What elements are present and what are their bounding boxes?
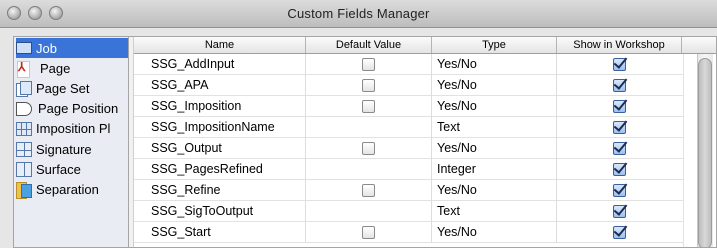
field-name-cell[interactable]: SSG_APA xyxy=(134,75,306,96)
default-value-cell[interactable] xyxy=(306,75,432,96)
sidebar-item-label: Page Position xyxy=(38,101,119,117)
show-in-workshop-cell[interactable] xyxy=(557,54,682,75)
field-type-cell[interactable]: Yes/No xyxy=(432,54,557,75)
default-value-cell[interactable] xyxy=(306,117,432,138)
show-in-workshop-cell[interactable] xyxy=(557,96,682,117)
table-row[interactable]: SSG_Output Yes/No xyxy=(134,138,683,159)
default-value-checkbox[interactable] xyxy=(362,58,375,71)
scroll-thumb[interactable] xyxy=(698,58,712,247)
column-header-show-in-workshop[interactable]: Show in Workshop xyxy=(557,37,682,53)
field-name-cell[interactable]: SSG_Output xyxy=(134,138,306,159)
show-in-workshop-checkbox[interactable] xyxy=(613,205,626,218)
show-in-workshop-checkbox[interactable] xyxy=(613,163,626,176)
imposition-plan-icon xyxy=(16,121,32,136)
sidebar-item-page[interactable]: Page xyxy=(16,58,128,78)
sidebar-item-label: Page xyxy=(40,60,71,76)
field-name-cell[interactable]: SSG_PagesRefined xyxy=(134,159,306,180)
table-header: Name Default Value Type Show in Workshop xyxy=(134,37,716,54)
table-row[interactable]: SSG_Refine Yes/No xyxy=(134,180,683,201)
show-in-workshop-cell[interactable] xyxy=(557,201,682,222)
show-in-workshop-checkbox[interactable] xyxy=(613,100,626,113)
custom-fields-table: Name Default Value Type Show in Workshop… xyxy=(128,36,717,248)
default-value-cell[interactable] xyxy=(306,222,432,243)
page-position-icon xyxy=(16,101,32,116)
default-value-cell[interactable] xyxy=(306,180,432,201)
default-value-cell[interactable] xyxy=(306,201,432,222)
table-row[interactable]: SSG_Imposition Yes/No xyxy=(134,96,683,117)
field-type-cell[interactable]: Text xyxy=(432,117,557,138)
show-in-workshop-cell[interactable] xyxy=(557,222,682,243)
table-row[interactable]: SSG_SigToOutput Text xyxy=(134,201,683,222)
show-in-workshop-cell[interactable] xyxy=(557,159,682,180)
vertical-scrollbar[interactable] xyxy=(683,54,716,247)
column-header-name[interactable]: Name xyxy=(134,37,306,53)
default-value-checkbox[interactable] xyxy=(362,79,375,92)
pdf-page-icon xyxy=(16,60,32,78)
default-value-cell[interactable] xyxy=(306,54,432,75)
field-type-cell[interactable]: Yes/No xyxy=(432,75,557,96)
show-in-workshop-checkbox[interactable] xyxy=(613,226,626,239)
show-in-workshop-checkbox[interactable] xyxy=(613,58,626,71)
field-type-cell[interactable]: Yes/No xyxy=(432,96,557,117)
column-header-type[interactable]: Type xyxy=(432,37,557,53)
sidebar-item-separation[interactable]: Separation xyxy=(16,179,128,199)
title-bar: Custom Fields Manager xyxy=(0,0,717,28)
table-row[interactable]: SSG_AddInput Yes/No xyxy=(134,54,683,75)
sidebar-item-job[interactable]: Job xyxy=(16,38,128,58)
separation-icon xyxy=(16,181,32,199)
default-value-checkbox[interactable] xyxy=(362,226,375,239)
show-in-workshop-checkbox[interactable] xyxy=(613,79,626,92)
field-name-cell[interactable]: SSG_AddInput xyxy=(134,54,306,75)
sidebar-item-imposition-pl[interactable]: Imposition Pl xyxy=(16,119,128,139)
show-in-workshop-checkbox[interactable] xyxy=(613,142,626,155)
sidebar-item-page-position[interactable]: Page Position xyxy=(16,99,128,119)
field-type-cell[interactable]: Yes/No xyxy=(432,138,557,159)
field-name-cell[interactable]: SSG_Refine xyxy=(134,180,306,201)
show-in-workshop-cell[interactable] xyxy=(557,117,682,138)
column-header-corner xyxy=(682,37,716,53)
object-type-list[interactable]: Job Page Page Set Page Position Imposition P… xyxy=(13,36,128,248)
page-set-icon xyxy=(16,80,32,97)
sidebar-item-label: Job xyxy=(36,40,57,56)
sidebar-item-label: Imposition Pl xyxy=(36,121,111,137)
default-value-cell[interactable] xyxy=(306,96,432,117)
sidebar-item-page-set[interactable]: Page Set xyxy=(16,78,128,98)
column-header-default-value[interactable]: Default Value xyxy=(306,37,432,53)
window-content: Job Page Page Set Page Position Imposition P… xyxy=(0,29,717,248)
field-type-cell[interactable]: Text xyxy=(432,201,557,222)
sidebar-item-label: Separation xyxy=(36,181,99,197)
table-row[interactable]: SSG_PagesRefined Integer xyxy=(134,159,683,180)
table-row[interactable]: SSG_APA Yes/No xyxy=(134,75,683,96)
show-in-workshop-cell[interactable] xyxy=(557,75,682,96)
default-value-cell[interactable] xyxy=(306,138,432,159)
window-title: Custom Fields Manager xyxy=(287,6,430,21)
sidebar-item-label: Signature xyxy=(36,141,92,157)
table-body: SSG_AddInput Yes/No SSG_APA Yes/No SSG_Impos… xyxy=(134,54,683,243)
field-type-cell[interactable]: Yes/No xyxy=(432,180,557,201)
surface-icon xyxy=(16,161,32,177)
field-name-cell[interactable]: SSG_SigToOutput xyxy=(134,201,306,222)
default-value-checkbox[interactable] xyxy=(362,184,375,197)
field-name-cell[interactable]: SSG_ImpositionName xyxy=(134,117,306,138)
sidebar-item-signature[interactable]: Signature xyxy=(16,139,128,159)
sidebar-item-label: Surface xyxy=(36,161,81,177)
field-type-cell[interactable]: Yes/No xyxy=(432,222,557,243)
table-row[interactable]: SSG_Start Yes/No xyxy=(134,222,683,243)
default-value-checkbox[interactable] xyxy=(362,142,375,155)
default-value-checkbox[interactable] xyxy=(362,100,375,113)
field-name-cell[interactable]: SSG_Start xyxy=(134,222,306,243)
job-icon xyxy=(16,42,32,54)
default-value-cell[interactable] xyxy=(306,159,432,180)
signature-icon xyxy=(16,141,32,157)
field-name-cell[interactable]: SSG_Imposition xyxy=(134,96,306,117)
sidebar-item-surface[interactable]: Surface xyxy=(16,159,128,179)
show-in-workshop-cell[interactable] xyxy=(557,180,682,201)
sidebar-item-label: Page Set xyxy=(36,80,90,96)
show-in-workshop-cell[interactable] xyxy=(557,138,682,159)
show-in-workshop-checkbox[interactable] xyxy=(613,121,626,134)
field-type-cell[interactable]: Integer xyxy=(432,159,557,180)
table-row[interactable]: SSG_ImpositionName Text xyxy=(134,117,683,138)
show-in-workshop-checkbox[interactable] xyxy=(613,184,626,197)
